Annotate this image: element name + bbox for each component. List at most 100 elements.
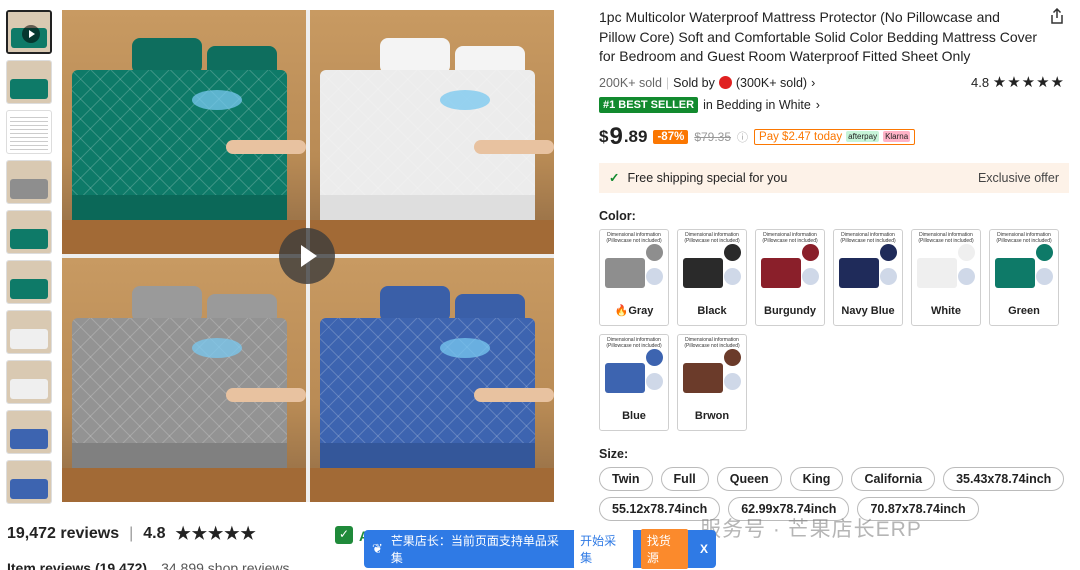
original-price: $79.35 [694, 129, 732, 144]
thumb-sheet [10, 179, 48, 199]
start-collect-button[interactable]: 开始采集 [574, 529, 633, 569]
shield-icon [335, 526, 353, 544]
chevron-right-icon: › [815, 97, 820, 112]
sales-meta: 200K+ sold | Sold by (300K+ sold) › 4.8 … [599, 73, 1069, 93]
swatch-circle [958, 267, 975, 285]
thumbnail-video[interactable] [6, 10, 52, 54]
color-option[interactable]: Dimensional information (Pillowcase not i… [677, 228, 747, 326]
thumbnail-strip [6, 10, 54, 510]
color-option[interactable]: Dimensional information (Pillowcase not i… [677, 333, 747, 431]
swatch-bed [917, 257, 957, 288]
sold-count: 200K+ sold [599, 75, 662, 90]
play-icon[interactable] [279, 228, 335, 284]
swatch-header: Dimensional information (Pillowcase not i… [606, 336, 662, 349]
seller-logo[interactable] [718, 76, 732, 89]
thumbnail[interactable] [6, 410, 52, 454]
reviews-count[interactable]: 19,472 reviews [7, 525, 119, 543]
best-seller-row[interactable]: #1 BEST SELLER in Bedding in White › [599, 96, 1069, 113]
price-dollars: 9 [609, 122, 623, 150]
swatch-circle [724, 372, 741, 390]
swatch-header: Dimensional information (Pillowcase not i… [918, 231, 974, 244]
seller-sold[interactable]: (300K+ sold) [736, 76, 807, 90]
share-icon[interactable] [1049, 8, 1065, 24]
shipping-banner[interactable]: ✓ Free shipping special for you Exclusiv… [599, 162, 1069, 193]
info-icon[interactable]: ⓘ [737, 129, 748, 145]
color-options: Dimensional information (Pillowcase not i… [599, 228, 1069, 431]
thumbnail[interactable] [6, 310, 52, 354]
swatch-circle [646, 348, 663, 366]
size-option[interactable]: 35.43x78.74inch [943, 466, 1065, 491]
price-row: $ 9 .89 -87% $79.35 ⓘ Pay $2.47 today af… [599, 123, 1069, 151]
color-option[interactable]: Dimensional information (Pillowcase not i… [833, 228, 903, 326]
water-splash [440, 338, 490, 358]
thumbnail[interactable] [6, 210, 52, 254]
best-seller-category: in Bedding in White [703, 97, 811, 112]
swatch-bed [605, 257, 645, 288]
thumbnail[interactable] [6, 360, 52, 404]
size-option[interactable]: California [851, 466, 936, 491]
swatch-bed [683, 257, 723, 288]
swatch-bed [839, 257, 879, 288]
fire-icon: 🔥 [614, 304, 629, 317]
bed-frame [310, 220, 554, 254]
thumbnail[interactable] [6, 60, 52, 104]
price-cents: .89 [623, 126, 648, 146]
star-icons: ★★★★★ [992, 73, 1065, 91]
tab-item-reviews[interactable]: Item reviews (19,472) [7, 560, 147, 570]
thumb-sheet [10, 479, 48, 499]
bed-frame [62, 468, 306, 502]
thumbnail[interactable] [6, 160, 52, 204]
thumb-sheet [10, 229, 48, 249]
color-option[interactable]: Dimensional information (Pillowcase not i… [599, 333, 669, 431]
color-option[interactable]: Dimensional information (Pillowcase not i… [989, 228, 1059, 326]
close-icon[interactable]: X [700, 542, 708, 556]
pillow [132, 286, 202, 322]
color-name: White [931, 304, 961, 317]
image-blue-bed [310, 258, 554, 502]
klarna-logo: Klarna [883, 131, 911, 142]
main-product-image[interactable] [62, 10, 554, 502]
product-rating[interactable]: 4.8 ★★★★★ [971, 73, 1065, 91]
bed-frame [310, 468, 554, 502]
play-icon [22, 25, 40, 43]
color-name: Black [697, 304, 727, 317]
swatch-bed [995, 257, 1035, 288]
chevron-right-icon[interactable]: › [811, 76, 815, 90]
exclusive-offer: Exclusive offer [977, 170, 1059, 185]
swatch-bed [761, 257, 801, 288]
thumb-sheet [10, 329, 48, 349]
thumbnail[interactable] [6, 460, 52, 504]
size-option[interactable]: Queen [716, 466, 782, 491]
tab-shop-reviews[interactable]: 34,899 shop reviews [161, 560, 289, 570]
image-gray-bed [62, 258, 306, 502]
water-splash [192, 338, 242, 358]
thumbnail[interactable] [6, 260, 52, 304]
reviews-summary: 19,472 reviews | 4.8 ★★★★★ [7, 524, 257, 544]
thumbnail[interactable] [6, 110, 52, 154]
color-option[interactable]: Dimensional information (Pillowcase not i… [911, 228, 981, 326]
color-option[interactable]: Dimensional information (Pillowcase not i… [755, 228, 825, 326]
color-name: Blue [622, 409, 646, 422]
color-name: Navy Blue [841, 304, 895, 317]
swatch-circle [1036, 243, 1053, 261]
thumb-chart [10, 114, 48, 150]
color-label: Color: [599, 208, 636, 223]
swatch-circle [724, 243, 741, 261]
discount-badge: -87% [653, 129, 689, 144]
reviews-rating: 4.8 [143, 525, 166, 542]
size-option[interactable]: Full [660, 466, 709, 491]
swatch-circle [646, 243, 663, 261]
size-option[interactable]: King [789, 466, 844, 491]
product-info: 1pc Multicolor Waterproof Mattress Prote… [599, 8, 1069, 521]
color-option[interactable]: Dimensional information (Pillowcase not i… [599, 228, 669, 326]
size-option[interactable]: Twin [599, 466, 653, 491]
hand [474, 388, 554, 402]
find-source-button[interactable]: 找货源 [640, 529, 688, 569]
separator: | [129, 525, 134, 542]
bed-frame [62, 220, 306, 254]
product-title: 1pc Multicolor Waterproof Mattress Prote… [599, 9, 1038, 64]
pay-later-badge[interactable]: Pay $2.47 today afterpay Klarna [754, 128, 916, 145]
swatch-header: Dimensional information (Pillowcase not i… [684, 231, 740, 244]
pillow [380, 286, 450, 322]
color-name: Brwon [694, 409, 730, 422]
